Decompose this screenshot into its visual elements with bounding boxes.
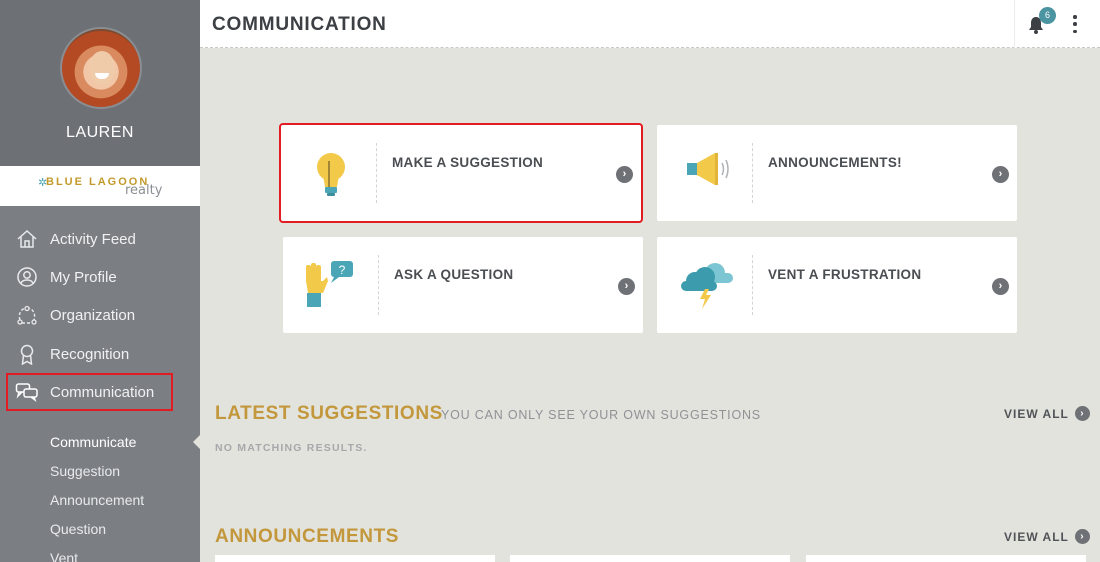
- card-divider: [752, 143, 753, 203]
- chat-bubbles-icon: [15, 380, 39, 404]
- view-all-label: VIEW ALL: [1004, 529, 1069, 544]
- megaphone-icon: [675, 143, 735, 203]
- lightbulb-icon: [299, 143, 359, 203]
- announcement-card[interactable]: [806, 555, 1086, 562]
- ask-question-card[interactable]: ? ASK A QUESTION ›: [283, 237, 643, 333]
- user-icon: [15, 265, 39, 289]
- svg-text:?: ?: [339, 263, 346, 277]
- announcements-view-all-link[interactable]: VIEW ALL ›: [1004, 529, 1090, 544]
- card-label: MAKE A SUGGESTION: [392, 155, 544, 170]
- announcements-card[interactable]: ANNOUNCEMENTS! ›: [657, 125, 1017, 221]
- network-icon: [15, 304, 39, 328]
- latest-suggestions-title: LATEST SUGGESTIONS: [215, 403, 443, 424]
- chevron-right-icon: ›: [1074, 529, 1090, 544]
- sidebar-item-label: Recognition: [50, 345, 130, 363]
- suggestions-view-all-link[interactable]: VIEW ALL ›: [1004, 406, 1090, 421]
- communication-subnav: Communicate Suggestion Announcement Ques…: [0, 428, 200, 562]
- subnav-item-announcement[interactable]: Announcement: [0, 486, 200, 515]
- sidebar-item-activity-feed[interactable]: Activity Feed: [0, 220, 200, 258]
- empty-state-text: NO MATCHING RESULTS.: [215, 442, 368, 454]
- vent-frustration-card[interactable]: VENT A FRUSTRATION ›: [657, 237, 1017, 333]
- subnav-item-question[interactable]: Question: [0, 515, 200, 544]
- card-label: VENT A FRUSTRATION: [768, 267, 922, 282]
- chevron-right-icon: ›: [1074, 406, 1090, 421]
- card-label: ANNOUNCEMENTS!: [768, 155, 902, 170]
- sidebar-item-organization[interactable]: Organization: [0, 297, 200, 335]
- active-caret-icon: [193, 434, 200, 450]
- sidebar-item-label: Communication: [50, 383, 155, 401]
- card-label: ASK A QUESTION: [394, 267, 514, 282]
- subnav-item-vent[interactable]: Vent: [0, 544, 200, 562]
- sidebar: LAUREN ✲ BLUE LAGOON realty Activity Fee…: [0, 0, 200, 562]
- sidebar-item-label: Organization: [50, 307, 136, 325]
- subnav-item-communicate[interactable]: Communicate: [0, 428, 200, 457]
- announcement-card[interactable]: [215, 555, 495, 562]
- more-options-icon[interactable]: [1071, 15, 1079, 33]
- chevron-right-icon[interactable]: ›: [992, 278, 1009, 295]
- notification-badge[interactable]: 6: [1039, 7, 1056, 24]
- announcement-card[interactable]: [510, 555, 790, 562]
- user-name: LAUREN: [66, 124, 134, 141]
- sidebar-item-recognition[interactable]: Recognition: [0, 335, 200, 373]
- chevron-right-icon[interactable]: ›: [992, 166, 1009, 183]
- latest-suggestions-note: YOU CAN ONLY SEE YOUR OWN SUGGESTIONS: [441, 408, 761, 422]
- sidebar-nav: Activity Feed My Profile Organization Re…: [0, 220, 200, 412]
- header-divider: [1014, 0, 1015, 48]
- sidebar-item-label: Activity Feed: [50, 230, 136, 248]
- chevron-right-icon[interactable]: ›: [618, 278, 635, 295]
- announcements-title: ANNOUNCEMENTS: [215, 526, 400, 547]
- brand-name-bottom: realty: [125, 183, 163, 198]
- sidebar-item-communication[interactable]: Communication: [6, 373, 173, 412]
- brand-logo: ✲ BLUE LAGOON realty: [0, 166, 200, 206]
- chevron-right-icon[interactable]: ›: [616, 166, 633, 183]
- subnav-item-suggestion[interactable]: Suggestion: [0, 457, 200, 486]
- avatar[interactable]: [60, 27, 142, 109]
- card-divider: [752, 255, 753, 315]
- page-title: COMMUNICATION: [212, 14, 387, 35]
- storm-cloud-icon: [675, 255, 735, 315]
- profile-section: LAUREN: [0, 0, 200, 166]
- ribbon-icon: [15, 342, 39, 366]
- home-icon: [15, 227, 39, 251]
- card-divider: [376, 143, 377, 203]
- sidebar-item-my-profile[interactable]: My Profile: [0, 258, 200, 296]
- raised-hand-question-icon: ?: [301, 255, 361, 315]
- view-all-label: VIEW ALL: [1004, 406, 1069, 421]
- card-divider: [378, 255, 379, 315]
- top-header: COMMUNICATION 6: [200, 0, 1100, 48]
- make-suggestion-card[interactable]: MAKE A SUGGESTION ›: [279, 123, 643, 223]
- sidebar-item-label: My Profile: [50, 268, 117, 286]
